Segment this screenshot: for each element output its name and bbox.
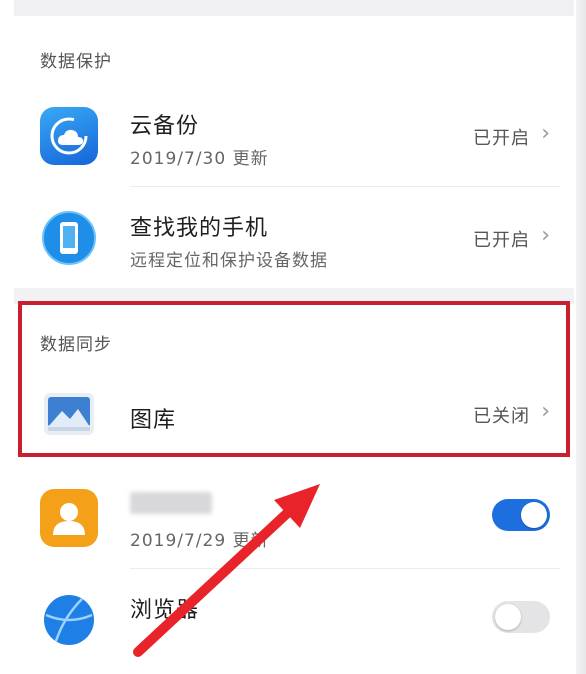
- contacts-toggle[interactable]: [492, 499, 550, 531]
- row-subtitle: 2019/7/29 更新: [130, 531, 269, 551]
- section-header-protection: 数据保护: [40, 52, 112, 72]
- chevron-right-icon: ›: [541, 223, 550, 248]
- toggle-knob: [495, 604, 521, 630]
- browser-icon: [40, 591, 98, 649]
- status-text: 已开启: [473, 230, 530, 251]
- row-browser[interactable]: 浏览器: [14, 572, 574, 668]
- edge-shadow: [576, 0, 586, 674]
- cloud-backup-icon: [40, 107, 98, 165]
- divider: [130, 568, 560, 569]
- phone-icon: [40, 209, 98, 267]
- highlight-box: [18, 301, 570, 457]
- divider: [130, 186, 560, 187]
- row-title: 查找我的手机: [130, 216, 269, 241]
- blurred-title: [130, 492, 212, 514]
- top-strip: [14, 0, 574, 16]
- status-text: 已开启: [473, 128, 530, 149]
- chevron-right-icon: ›: [541, 121, 550, 146]
- contacts-icon: [40, 489, 98, 547]
- row-title: 浏览器: [130, 598, 200, 623]
- row-subtitle: 2019/7/30 更新: [130, 149, 269, 169]
- row-title: 云备份: [130, 114, 200, 139]
- toggle-knob: [521, 502, 547, 528]
- row-contacts[interactable]: 2019/7/29 更新: [14, 470, 574, 566]
- row-cloud-backup[interactable]: 云备份 2019/7/30 更新 已开启 ›: [14, 88, 574, 184]
- row-subtitle: 远程定位和保护设备数据: [130, 251, 328, 271]
- browser-toggle[interactable]: [492, 601, 550, 633]
- row-find-phone[interactable]: 查找我的手机 远程定位和保护设备数据 已开启 ›: [14, 190, 574, 286]
